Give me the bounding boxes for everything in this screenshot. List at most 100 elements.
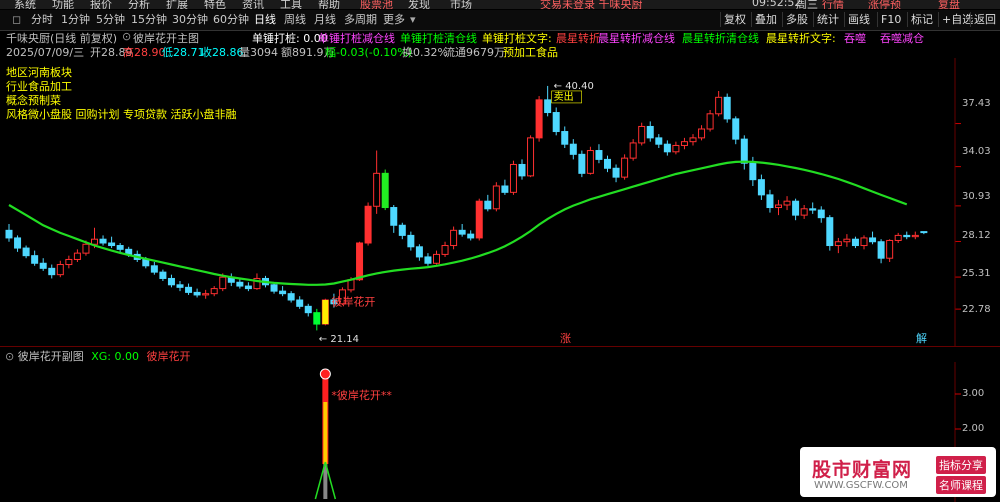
candle-body bbox=[809, 208, 817, 211]
candle-body bbox=[586, 150, 594, 174]
tab-period-more[interactable]: 更多 bbox=[383, 13, 405, 27]
candle-body bbox=[869, 237, 877, 243]
sub-y-tick-label: 2.00 bbox=[962, 423, 985, 434]
tab-period-daily[interactable]: 日线 bbox=[254, 13, 276, 27]
tab-period-timeshare[interactable]: 分时 bbox=[31, 13, 53, 27]
candle-body bbox=[159, 271, 167, 279]
unlock-marker: 解 bbox=[916, 331, 927, 345]
candle-body bbox=[680, 141, 688, 146]
candle-body bbox=[860, 237, 868, 247]
candle-body bbox=[621, 157, 629, 178]
candle-body bbox=[244, 285, 252, 290]
tab-period-60min[interactable]: 60分钟 bbox=[213, 13, 249, 27]
menu-review-btn[interactable]: 复盘 bbox=[938, 0, 960, 9]
statistics-button[interactable]: 统计 bbox=[813, 12, 839, 27]
menu-quote[interactable]: 报价 bbox=[90, 0, 112, 9]
tab-period-15min[interactable]: 15分钟 bbox=[131, 13, 167, 27]
menu-system[interactable]: 系统 bbox=[14, 0, 36, 9]
candle-body bbox=[544, 99, 552, 114]
candle-body bbox=[911, 234, 919, 238]
candle-body bbox=[65, 258, 73, 266]
menu-news[interactable]: 资讯 bbox=[242, 0, 264, 9]
candle-body bbox=[612, 167, 620, 178]
tab-period-5min[interactable]: 5分钟 bbox=[96, 13, 125, 27]
menu-help[interactable]: 帮助 bbox=[318, 0, 340, 9]
menu-stock-pool[interactable]: 股票池 bbox=[360, 0, 393, 9]
candle-body bbox=[766, 194, 774, 209]
draw-line-button[interactable]: 画线 bbox=[844, 12, 870, 27]
candle-body bbox=[817, 209, 825, 219]
candle-body bbox=[356, 242, 364, 281]
buy-signal-label: 彼岸花开 bbox=[331, 295, 375, 308]
menu-bar: 系统 功能 报价 分析 扩展 特色 资讯 工具 帮助 股票池 发现 市场 交易未… bbox=[0, 0, 1000, 9]
tab-period-weekly[interactable]: 周线 bbox=[284, 13, 306, 27]
candle-body bbox=[176, 284, 184, 288]
candle-body bbox=[56, 264, 64, 276]
overlay-button[interactable]: 叠加 bbox=[751, 12, 777, 27]
mark-button[interactable]: 标记 bbox=[907, 12, 933, 27]
menu-analysis[interactable]: 分析 bbox=[128, 0, 150, 9]
candle-body bbox=[920, 231, 928, 234]
candle-body bbox=[732, 118, 740, 140]
price-chart[interactable]: ← 40.40卖出 ← 21.14 彼岸花开涨 解 bbox=[0, 58, 1000, 346]
restore-right-button[interactable]: 复权 bbox=[720, 12, 746, 27]
menu-function[interactable]: 功能 bbox=[52, 0, 74, 9]
tab-period-1min[interactable]: 1分钟 bbox=[61, 13, 90, 27]
candle-body bbox=[792, 200, 800, 216]
y-tick-label: 30.93 bbox=[962, 191, 991, 202]
watermark-tag-indicator: 指标分享 bbox=[936, 456, 986, 474]
candle-body bbox=[629, 142, 637, 159]
tab-period-30min[interactable]: 30分钟 bbox=[172, 13, 208, 27]
candle-body bbox=[484, 200, 492, 210]
tab-period-multi[interactable]: 多周期 bbox=[344, 13, 377, 27]
pane-divider[interactable] bbox=[0, 346, 1000, 347]
candle-body bbox=[757, 179, 765, 196]
candle-body bbox=[73, 252, 81, 260]
menu-discover[interactable]: 发现 bbox=[408, 0, 430, 9]
menu-tools[interactable]: 工具 bbox=[280, 0, 302, 9]
back-button[interactable]: 返回 bbox=[970, 12, 996, 27]
y-tick-label: 28.12 bbox=[962, 230, 991, 241]
menu-quotes-btn[interactable]: 行情 bbox=[822, 0, 844, 9]
candle-body bbox=[834, 241, 842, 247]
menu-extend[interactable]: 扩展 bbox=[166, 0, 188, 9]
candle-body bbox=[706, 113, 714, 130]
signal-bar-yellow bbox=[323, 402, 328, 464]
site-watermark: 股市财富网 WWW.GSCFW.COM 指标分享 名师课程 bbox=[800, 447, 996, 497]
candle-body bbox=[698, 128, 706, 139]
y-tick-label: 37.43 bbox=[962, 98, 991, 109]
menu-market[interactable]: 市场 bbox=[450, 0, 472, 9]
f10-button[interactable]: F10 bbox=[877, 12, 901, 27]
indicator-header: 千味央厨(日线 前复权) ⊙ 彼岸花开主图 单锤打桩: 0.00 单锤打桩减仓线单… bbox=[0, 30, 1000, 45]
candle-body bbox=[638, 125, 646, 144]
candle-body bbox=[108, 242, 116, 247]
toolbar-square-icon[interactable]: ◻ bbox=[12, 13, 21, 27]
watermark-url: WWW.GSCFW.COM bbox=[814, 480, 908, 491]
candle-body bbox=[458, 229, 466, 235]
candle-body bbox=[501, 185, 509, 193]
indicator-dropdown-icon[interactable]: ⊙ bbox=[122, 30, 131, 43]
candle-body bbox=[783, 200, 791, 206]
multi-stock-button[interactable]: 多股 bbox=[782, 12, 808, 27]
menu-notice: 交易未登录 千味央厨 bbox=[540, 0, 643, 9]
candle-body bbox=[672, 144, 680, 153]
candle-body bbox=[150, 265, 158, 273]
watermark-tag-course: 名师课程 bbox=[936, 476, 986, 494]
menu-feature[interactable]: 特色 bbox=[204, 0, 226, 9]
candle-body bbox=[604, 158, 611, 169]
chevron-down-icon[interactable]: ▾ bbox=[410, 13, 416, 27]
tag-style[interactable]: 风格微小盘股 回购计划 专项贷款 活跃小盘非融 bbox=[6, 106, 237, 122]
candle-body bbox=[202, 293, 210, 296]
candle-body bbox=[381, 172, 389, 209]
tab-period-monthly[interactable]: 月线 bbox=[314, 13, 336, 27]
add-watchlist-button[interactable]: +自选 bbox=[938, 12, 973, 27]
quote-line: 2025/07/09/三 开28.89 高28.90 低28.71 收28.86 量309… bbox=[0, 44, 1000, 59]
sub-y-tick-label: 3.00 bbox=[962, 388, 985, 399]
candle-body bbox=[398, 224, 406, 236]
clock-time: 09:52:52 bbox=[752, 0, 802, 9]
y-tick-label: 22.78 bbox=[962, 304, 991, 315]
menu-limitup-btn[interactable]: 涨停预 bbox=[868, 0, 901, 9]
watermark-site-name: 股市财富网 bbox=[812, 459, 913, 481]
candle-body bbox=[193, 291, 201, 296]
signal-text: *彼岸花开** bbox=[331, 389, 392, 402]
